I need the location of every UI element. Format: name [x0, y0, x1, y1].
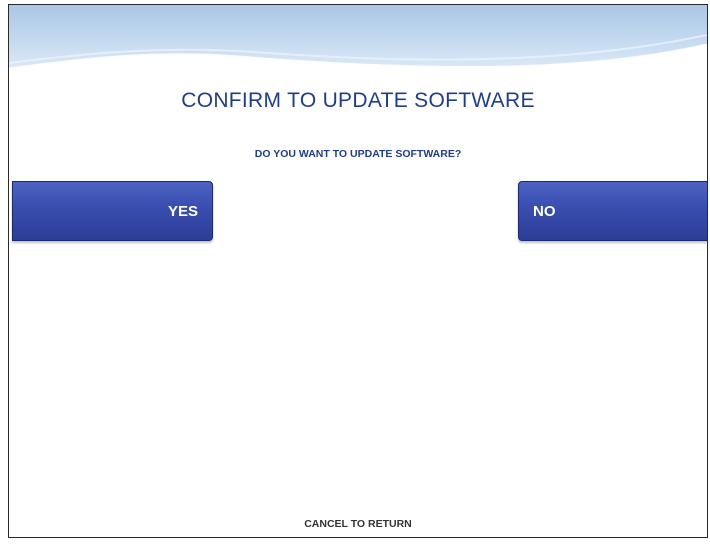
yes-button-label: YES	[167, 202, 198, 220]
header-banner	[9, 5, 707, 77]
atm-screen: CONFIRM TO UPDATE SOFTWARE DO YOU WANT T…	[8, 4, 708, 538]
no-button-label: NO	[533, 202, 556, 220]
confirmation-question: DO YOU WANT TO UPDATE SOFTWARE?	[254, 148, 462, 160]
yes-button[interactable]: YES	[12, 181, 213, 241]
page-title: CONFIRM TO UPDATE SOFTWARE	[181, 89, 535, 112]
wave-banner-graphic	[9, 5, 707, 77]
cancel-instruction: CANCEL TO RETURN	[304, 518, 412, 530]
no-button[interactable]: NO	[518, 181, 707, 241]
